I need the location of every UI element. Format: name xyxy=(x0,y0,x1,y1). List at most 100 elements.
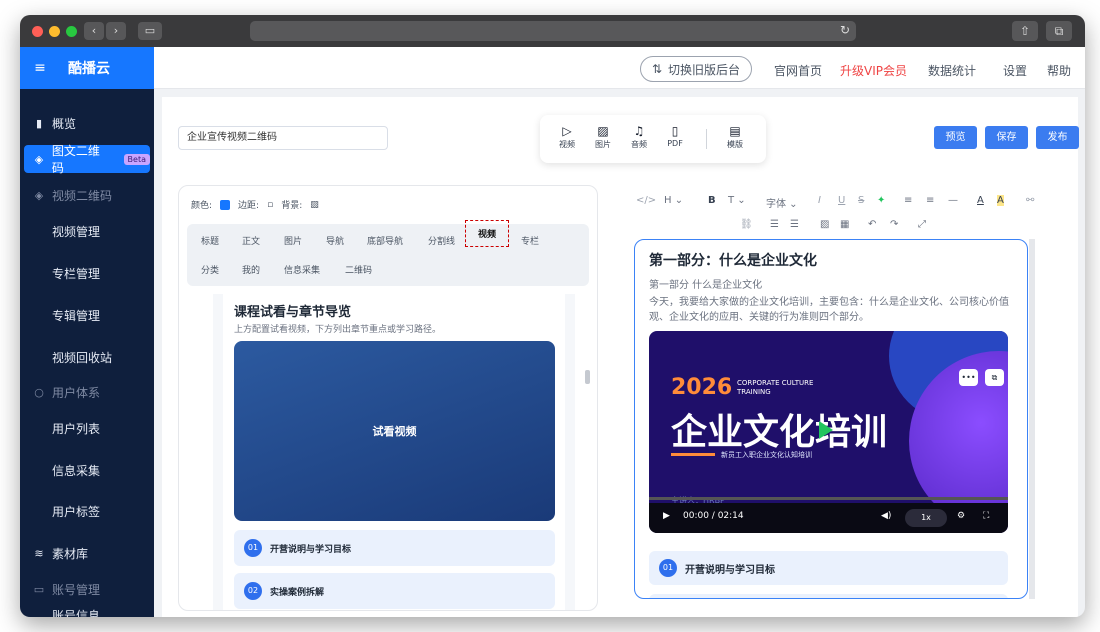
sidebar-item-video-recycle-bin[interactable]: 视频回收站 xyxy=(20,347,154,367)
sparkle-icon[interactable]: ✦ xyxy=(877,195,885,206)
tab-divider[interactable]: 分割线 xyxy=(428,234,455,247)
switch-old-version-button[interactable]: ⇅ 切换旧版后台 xyxy=(640,56,752,82)
font-size-dropdown[interactable]: T ⌄ xyxy=(728,195,746,206)
address-bar[interactable]: ↻ xyxy=(250,21,856,41)
tab-column[interactable]: 专栏 xyxy=(521,234,539,247)
sidebar-item-info-collection[interactable]: 信息采集 xyxy=(20,460,154,480)
sidebar-group-video-qrcode[interactable]: ◈ 视频二维码 xyxy=(20,185,154,205)
sidebar-group-account-management[interactable]: ▭ 账号管理 xyxy=(20,579,154,599)
template-button[interactable]: ▤ 模版 xyxy=(720,123,750,150)
link-upgrade-vip[interactable]: 升级VIP会员 xyxy=(840,62,907,79)
background-image-icon[interactable]: ▨ xyxy=(310,200,319,210)
playback-speed-button[interactable]: 1x xyxy=(905,509,947,527)
hamburger-menu-icon[interactable]: ≡ xyxy=(20,60,60,76)
sidebar-item-graphic-qrcode[interactable]: ◈ 图文二维码 Beta xyxy=(24,144,150,175)
chapter-item-partial[interactable] xyxy=(649,594,1008,598)
code-icon[interactable]: </> xyxy=(636,195,656,206)
link-settings[interactable]: 设置 xyxy=(1003,62,1027,79)
page-title-input[interactable]: 企业宣传视频二维码 xyxy=(178,126,388,150)
volume-icon[interactable]: ◀) xyxy=(881,511,891,521)
tab-bottom-navigation[interactable]: 底部导航 xyxy=(367,234,403,247)
strikethrough-button[interactable]: S xyxy=(858,195,864,206)
chapter-title: 开营说明与学习目标 xyxy=(270,544,352,555)
tab-mine[interactable]: 我的 xyxy=(242,263,260,276)
close-window-button[interactable] xyxy=(32,26,43,37)
color-label: 颜色: xyxy=(191,201,213,211)
tab-video[interactable]: 视频 xyxy=(465,220,510,247)
sidebar-item-user-tags[interactable]: 用户标签 xyxy=(20,501,154,521)
chapter-item[interactable]: 01 开营说明与学习目标 xyxy=(234,530,555,566)
tab-image[interactable]: 图片 xyxy=(284,234,302,247)
sidebar-item-material-library[interactable]: ≋ 素材库 xyxy=(20,543,154,563)
zoom-window-button[interactable] xyxy=(66,26,77,37)
tab-navigation[interactable]: 导航 xyxy=(326,234,344,247)
bold-button[interactable]: B xyxy=(708,195,716,206)
rich-text-editor[interactable]: 第一部分：什么是企业文化 第一部分 什么是企业文化 今天，我要给大家做的企业文化… xyxy=(634,239,1028,599)
link-official-site[interactable]: 官网首页 xyxy=(774,62,822,79)
background-label: 背景: xyxy=(281,201,303,211)
sidebar-item-account-info[interactable]: 账号信息 xyxy=(20,605,154,618)
sidebar-item-column-management[interactable]: 专栏管理 xyxy=(20,263,154,283)
horizontal-rule-icon[interactable]: — xyxy=(948,195,958,206)
fullscreen-icon[interactable]: ⛶ xyxy=(983,511,989,521)
redo-icon[interactable]: ↷ xyxy=(890,219,898,230)
sidebar-item-overview[interactable]: ▮ 概览 xyxy=(20,113,154,133)
center-play-icon[interactable] xyxy=(819,421,833,439)
copy-icon[interactable]: ⧉ xyxy=(985,369,1004,386)
save-button[interactable]: 保存 xyxy=(985,126,1028,149)
insert-video-button[interactable]: ▷ 视频 xyxy=(552,123,582,150)
ordered-list-icon[interactable]: ☰ xyxy=(770,219,779,230)
unlink-icon[interactable]: ⛓ xyxy=(740,219,753,230)
swap-icon: ⇅ xyxy=(651,62,663,76)
forward-button[interactable]: › xyxy=(106,22,126,40)
link-icon[interactable]: ⚯ xyxy=(1026,195,1034,206)
play-icon[interactable]: ▶ xyxy=(663,511,670,521)
video-player[interactable]: 2026 CORPORATE CULTURE TRAINING 企业文化培训 新… xyxy=(649,331,1008,533)
highlight-icon[interactable]: A xyxy=(997,195,1004,206)
table-icon[interactable]: ▦ xyxy=(840,219,849,230)
settings-gear-icon[interactable]: ⚙ xyxy=(957,511,965,521)
back-button[interactable]: ‹ xyxy=(84,22,104,40)
insert-image-button[interactable]: ▨ 图片 xyxy=(588,123,618,150)
fullscreen-icon[interactable]: ⤢ xyxy=(918,219,926,230)
reload-icon[interactable]: ↻ xyxy=(840,23,850,37)
insert-image-icon[interactable]: ▨ xyxy=(820,219,829,230)
underline-button[interactable]: U xyxy=(838,195,845,206)
sidebar-item-video-management[interactable]: 视频管理 xyxy=(20,221,154,241)
chapter-item[interactable]: 01 开营说明与学习目标 xyxy=(649,551,1008,585)
link-data-statistics[interactable]: 数据统计 xyxy=(928,62,976,79)
italic-button[interactable]: I xyxy=(818,195,821,206)
sidebar-group-user-system[interactable]: ○ 用户体系 xyxy=(20,382,154,402)
tab-title[interactable]: 标题 xyxy=(201,234,219,247)
tab-body-text[interactable]: 正文 xyxy=(242,234,260,247)
minimize-window-button[interactable] xyxy=(49,26,60,37)
color-swatch[interactable] xyxy=(220,199,231,210)
tab-info-collection[interactable]: 信息采集 xyxy=(284,263,320,276)
preview-button[interactable]: 预览 xyxy=(934,126,977,149)
panel-scrollbar-thumb[interactable] xyxy=(585,370,590,384)
insert-pdf-button[interactable]: ▯ PDF xyxy=(660,123,690,148)
more-options-icon[interactable]: ••• xyxy=(959,369,978,386)
progress-bar[interactable] xyxy=(649,497,1008,500)
font-color-icon[interactable]: A xyxy=(977,195,984,206)
tabs-overview-icon[interactable]: ⧉ xyxy=(1046,21,1072,41)
share-icon[interactable]: ⇧ xyxy=(1012,21,1038,41)
align-center-icon[interactable]: ≡ xyxy=(926,195,934,206)
tab-category[interactable]: 分类 xyxy=(201,263,219,276)
margin-icon[interactable]: ▫ xyxy=(267,200,273,210)
align-left-icon[interactable]: ≡ xyxy=(904,195,912,206)
undo-icon[interactable]: ↶ xyxy=(868,219,876,230)
sidebar-item-album-management[interactable]: 专辑管理 xyxy=(20,305,154,325)
heading-dropdown[interactable]: H ⌄ xyxy=(664,195,683,206)
tab-qrcode[interactable]: 二维码 xyxy=(345,263,372,276)
sidebar-item-user-list[interactable]: 用户列表 xyxy=(20,418,154,438)
sidebar-toggle-icon[interactable]: ▭ xyxy=(138,22,162,40)
editor-scrollbar[interactable] xyxy=(1029,239,1035,599)
font-family-dropdown[interactable]: 字体 ⌄ xyxy=(766,195,798,210)
link-help[interactable]: 帮助 xyxy=(1047,62,1071,79)
insert-audio-button[interactable]: ♫ 音频 xyxy=(624,123,654,150)
publish-button[interactable]: 发布 xyxy=(1036,126,1079,149)
chapter-item[interactable]: 02 实操案例拆解 xyxy=(234,573,555,609)
trial-video-card[interactable]: 试看视频 xyxy=(234,341,555,521)
bullet-list-icon[interactable]: ☰ xyxy=(790,219,799,230)
